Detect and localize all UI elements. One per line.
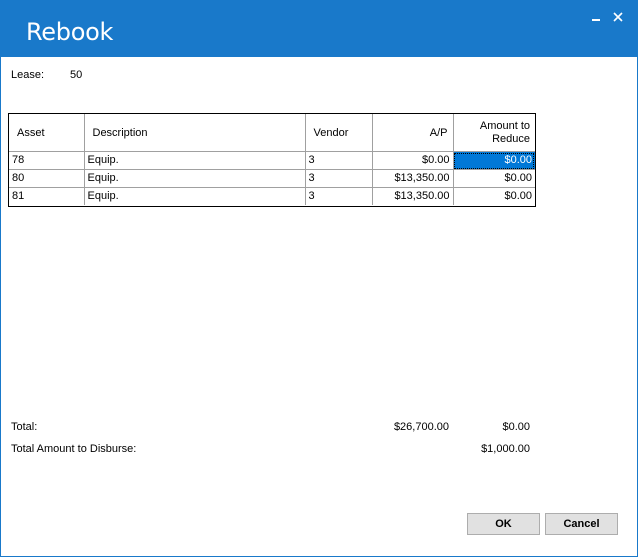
- amount-to-reduce-cell[interactable]: $0.00: [452, 169, 535, 188]
- vendor-cell[interactable]: 3: [304, 151, 373, 170]
- table-header-row: Asset Description Vendor A/P Amount to R…: [9, 114, 535, 152]
- description-cell[interactable]: Equip.: [83, 151, 306, 170]
- assets-table: Asset Description Vendor A/P Amount to R…: [9, 114, 535, 205]
- amount-to-reduce-cell[interactable]: $0.00: [452, 187, 535, 205]
- column-header-amount-to-reduce[interactable]: Amount to Reduce: [452, 114, 535, 152]
- column-header-ap[interactable]: A/P: [371, 114, 454, 152]
- title-bar[interactable]: Rebook: [1, 1, 637, 57]
- window-title: Rebook: [26, 18, 114, 46]
- minimize-button[interactable]: [585, 7, 607, 27]
- cancel-button[interactable]: Cancel: [545, 513, 618, 535]
- lease-value: 50: [70, 69, 83, 81]
- total-disburse-label: Total Amount to Disburse:: [11, 443, 137, 455]
- description-cell[interactable]: Equip.: [83, 187, 306, 205]
- column-header-asset[interactable]: Asset: [9, 114, 85, 152]
- total-label: Total:: [11, 421, 38, 433]
- assets-grid[interactable]: Asset Description Vendor A/P Amount to R…: [8, 113, 536, 207]
- asset-cell[interactable]: 80: [9, 169, 85, 188]
- total-disburse-value: $1,000.00: [481, 443, 530, 455]
- rebook-dialog: Rebook Lease: 50 Asset Description Vendo…: [0, 0, 638, 557]
- vendor-cell[interactable]: 3: [304, 169, 373, 188]
- total-reduce-value: $0.00: [502, 421, 530, 433]
- lease-label: Lease:: [11, 69, 45, 81]
- table-row[interactable]: 78 Equip. 3 $0.00 $0.00: [9, 151, 535, 170]
- close-icon: [613, 12, 623, 22]
- description-cell[interactable]: Equip.: [83, 169, 306, 188]
- asset-cell[interactable]: 78: [9, 151, 85, 170]
- vendor-cell[interactable]: 3: [304, 187, 373, 205]
- minimize-icon: [592, 19, 600, 21]
- ap-cell[interactable]: $13,350.00: [371, 169, 454, 188]
- ap-cell[interactable]: $13,350.00: [371, 187, 454, 205]
- ok-button[interactable]: OK: [467, 513, 540, 535]
- column-header-vendor[interactable]: Vendor: [304, 114, 373, 152]
- amount-to-reduce-cell-selected[interactable]: $0.00: [452, 151, 535, 170]
- table-row[interactable]: 81 Equip. 3 $13,350.00 $0.00: [9, 187, 535, 205]
- column-header-description[interactable]: Description: [83, 114, 306, 152]
- total-ap-value: $26,700.00: [393, 421, 449, 433]
- table-row[interactable]: 80 Equip. 3 $13,350.00 $0.00: [9, 169, 535, 188]
- ap-cell[interactable]: $0.00: [371, 151, 454, 170]
- close-button[interactable]: [607, 7, 629, 27]
- asset-cell[interactable]: 81: [9, 187, 85, 205]
